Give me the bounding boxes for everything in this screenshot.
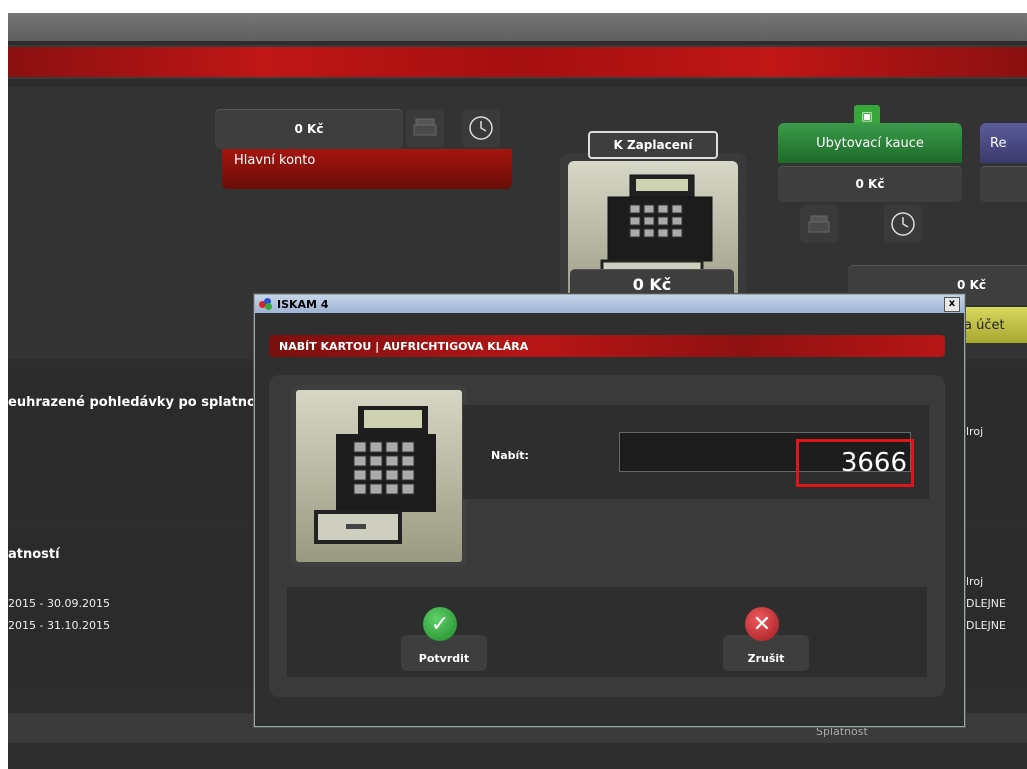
clock-icon-svg [891,212,915,236]
charge-row: Nabít: 3666 [463,405,929,499]
zdroj-header-1: lroj [966,425,984,438]
deposit-amount: 0 Kč [778,166,962,202]
yellow-account-label: a účet [958,307,1027,343]
cash-register-small-svg [808,215,830,233]
main-account-amount[interactable]: 0 Kč [215,109,403,149]
charge-value[interactable]: 3666 [796,439,914,487]
deposit-clock-icon[interactable] [884,205,922,243]
clock-icon-svg [469,116,493,140]
dialog-body: Nabít: 3666 Potvrdit ✓ Zrušit ✕ [269,375,945,697]
cancel-icon[interactable]: ✕ [745,607,779,641]
charge-label: Nabít: [491,449,529,462]
action-bar: Potvrdit ✓ Zrušit ✕ [287,587,927,677]
cash-register-icon[interactable] [406,109,444,147]
cash-register-icon [291,385,467,567]
dialog-title: ISKAM 4 [277,297,329,311]
table-row: 2015 - 30.09.2015 [8,597,110,610]
deposit-label: Ubytovací kauce [778,123,962,163]
zdroj-header-2: lroj [966,575,984,588]
clock-icon[interactable] [462,109,500,147]
table-row-source: DLEJNE [966,597,1006,610]
overdue-title: atností [8,547,60,562]
charge-dialog: ISKAM 4 x NABÍT KARTOU | AUFRICHTIGOVA K… [254,294,965,727]
cash-register-icon-svg [413,118,437,136]
dialog-titlebar: ISKAM 4 x [255,295,964,313]
to-pay-label: K Zaplacení [588,131,718,159]
dialog-header: NABÍT KARTOU | AUFRICHTIGOVA KLÁRA [269,335,945,357]
charge-input[interactable]: 3666 [619,432,914,487]
close-button[interactable]: x [944,297,960,312]
main-account-label: Hlavní konto [222,149,512,189]
table-row-source: DLEJNE [966,619,1006,632]
blue-card-amount [980,166,1027,202]
unpaid-title: euhrazené pohledávky po splatnost [8,395,270,410]
table-row: 2015 - 31.10.2015 [8,619,110,632]
blue-card-label: Re [980,123,1027,163]
red-header-bar [8,45,1027,79]
checkmark-icon[interactable]: ✓ [423,607,457,641]
deposit-cash-register-icon[interactable] [800,205,838,243]
top-bar [8,13,1027,41]
app-logo-icon [259,298,273,310]
cash-register-large-svg [314,406,436,544]
